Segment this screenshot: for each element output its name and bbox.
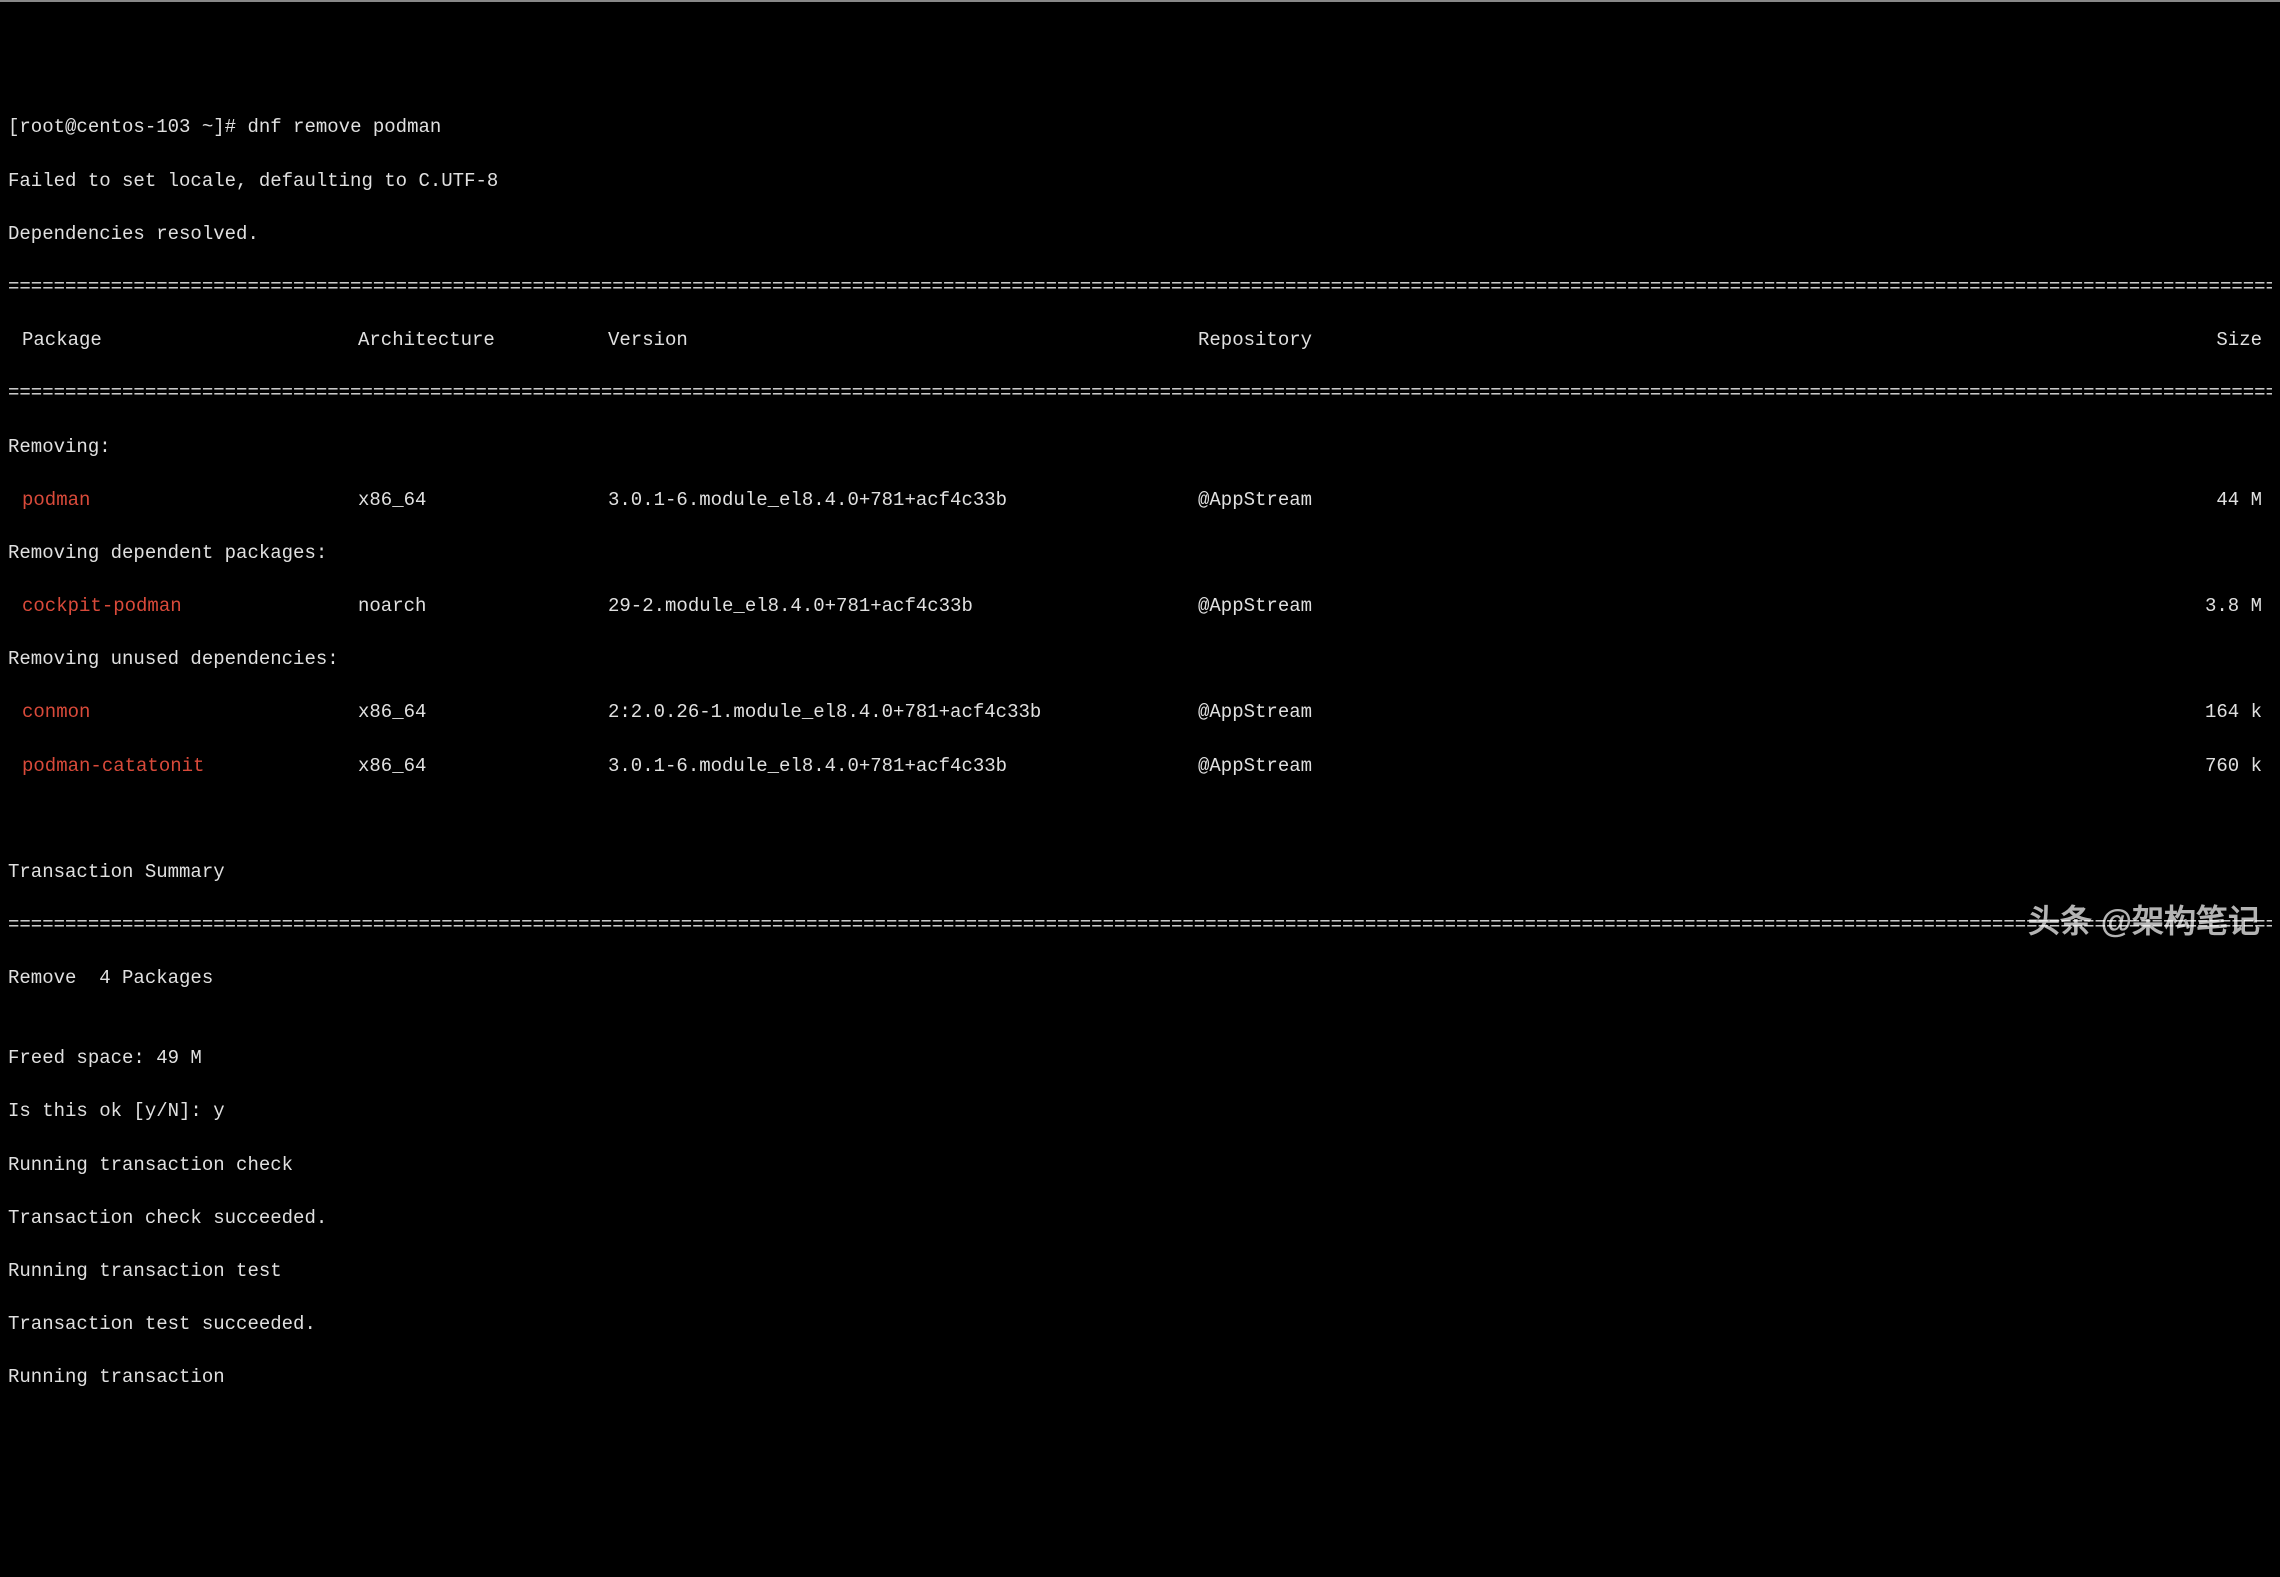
divider-line: ========================================…	[8, 380, 2272, 407]
table-header-row: PackageArchitectureVersionRepositorySize	[8, 327, 2272, 354]
shell-prompt: [root@centos-103 ~]#	[8, 116, 247, 138]
header-repository: Repository	[1198, 327, 1488, 354]
package-version: 2:2.0.26-1.module_el8.4.0+781+acf4c33b	[608, 699, 1198, 726]
output-line: Transaction check succeeded.	[8, 1205, 2272, 1232]
package-version: 3.0.1-6.module_el8.4.0+781+acf4c33b	[608, 753, 1198, 780]
output-line: Dependencies resolved.	[8, 221, 2272, 248]
output-line: Running transaction check	[8, 1152, 2272, 1179]
header-package: Package	[8, 327, 358, 354]
header-size: Size	[1488, 327, 2272, 354]
package-version: 29-2.module_el8.4.0+781+acf4c33b	[608, 593, 1198, 620]
watermark: 头条 @架构笔记	[2028, 899, 2260, 944]
package-arch: x86_64	[358, 487, 608, 514]
blank-line	[8, 806, 2272, 833]
package-arch: x86_64	[358, 753, 608, 780]
table-row: cockpit-podmannoarch29-2.module_el8.4.0+…	[8, 593, 2272, 620]
table-row: conmonx86_642:2.0.26-1.module_el8.4.0+78…	[8, 699, 2272, 726]
section-title: Removing dependent packages:	[8, 540, 2272, 567]
table-row: podmanx86_643.0.1-6.module_el8.4.0+781+a…	[8, 487, 2272, 514]
section-title: Removing unused dependencies:	[8, 646, 2272, 673]
prompt-line[interactable]: Is this ok [y/N]: y	[8, 1098, 2272, 1125]
package-repo: @AppStream	[1198, 593, 1488, 620]
package-repo: @AppStream	[1198, 753, 1488, 780]
watermark-text: 头条 @架构笔记	[2028, 903, 2260, 939]
table-row: podman-catatonitx86_643.0.1-6.module_el8…	[8, 753, 2272, 780]
package-repo: @AppStream	[1198, 487, 1488, 514]
package-arch: noarch	[358, 593, 608, 620]
package-name: cockpit-podman	[8, 593, 358, 620]
package-repo: @AppStream	[1198, 699, 1488, 726]
command-line[interactable]: [root@centos-103 ~]# dnf remove podman	[8, 114, 2272, 141]
header-architecture: Architecture	[358, 327, 608, 354]
output-line: Failed to set locale, defaulting to C.UT…	[8, 168, 2272, 195]
output-line: Running transaction	[8, 1364, 2272, 1391]
package-name: podman-catatonit	[8, 753, 358, 780]
divider-line: ========================================…	[8, 274, 2272, 301]
package-name: podman	[8, 487, 358, 514]
header-version: Version	[608, 327, 1198, 354]
package-arch: x86_64	[358, 699, 608, 726]
divider-line: ========================================…	[8, 912, 2272, 939]
output-line: Freed space: 49 M	[8, 1045, 2272, 1072]
package-name: conmon	[8, 699, 358, 726]
package-size: 760 k	[1488, 753, 2272, 780]
output-line: Transaction test succeeded.	[8, 1311, 2272, 1338]
output-line: Running transaction test	[8, 1258, 2272, 1285]
package-version: 3.0.1-6.module_el8.4.0+781+acf4c33b	[608, 487, 1198, 514]
package-size: 44 M	[1488, 487, 2272, 514]
section-title: Removing:	[8, 434, 2272, 461]
package-size: 164 k	[1488, 699, 2272, 726]
summary-line: Remove 4 Packages	[8, 965, 2272, 992]
command-text: dnf remove podman	[247, 116, 441, 138]
summary-title: Transaction Summary	[8, 859, 2272, 886]
package-size: 3.8 M	[1488, 593, 2272, 620]
